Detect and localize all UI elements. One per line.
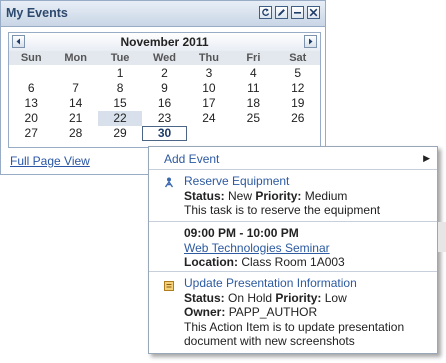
calendar-day[interactable]: 25 [231,111,275,126]
event-item-text: Update Presentation Information Status: … [184,276,431,349]
calendar-day[interactable]: 13 [9,96,53,111]
calendar-day[interactable]: 10 [187,81,231,96]
background-edge [438,222,446,252]
task-icon [164,177,174,188]
action-item-icon [164,280,174,291]
event-item: Reserve Equipment Status: New Priority: … [149,172,437,220]
calendar-day[interactable]: 28 [53,126,97,141]
calendar-day[interactable]: 3 [187,66,231,81]
status-value: New [228,188,253,203]
calendar-month-label: November 2011 [120,35,209,49]
calendar-day[interactable]: 14 [53,96,97,111]
calendar-weekday-header: Sun Mon Tue Wed Thu Fri Sat [9,51,320,65]
weekday-label: Sun [20,52,42,64]
calendar-day[interactable]: 29 [98,126,142,141]
owner-label: Owner: [184,305,226,319]
calendar-day[interactable]: 23 [142,111,186,126]
weekday-label: Wed [152,52,176,64]
owner-value: PAPP_AUTHOR [228,305,318,319]
priority-value: Low [324,290,347,305]
calendar-empty-cell [53,66,97,81]
calendar-nav: November 2011 [9,33,320,51]
edit-icon[interactable] [275,6,288,19]
calendar-day[interactable]: 21 [53,111,97,126]
calendar-day[interactable]: 12 [276,81,320,96]
weekday-label: Mon [64,52,87,64]
location-value: Class Room 1A003 [241,255,345,269]
calendar-day[interactable]: 11 [231,81,275,96]
location-label: Location: [184,255,238,269]
add-event-menu-item[interactable]: Add Event ▶ [149,147,437,170]
calendar-day[interactable]: 6 [9,81,53,96]
triangle-right-icon: ▶ [423,153,430,163]
calendar-day[interactable]: 26 [276,111,320,126]
calendar-day[interactable]: 15 [98,96,142,111]
event-title-link[interactable]: Reserve Equipment [184,174,289,188]
triangle-right-icon[interactable] [304,35,317,48]
event-description: document with new screenshots [184,334,355,348]
event-item-text: 09:00 PM - 10:00 PM Web Technologies Sem… [184,226,431,270]
status-label: Status: [184,188,225,203]
calendar-day[interactable]: 18 [231,96,275,111]
full-page-view-link[interactable]: Full Page View [10,154,90,168]
event-time: 09:00 PM - 10:00 PM [184,226,299,240]
calendar-day[interactable]: 2 [142,66,186,81]
calendar-day[interactable]: 17 [187,96,231,111]
portlet-header-icons [259,6,320,19]
calendar-empty-cell [231,126,275,141]
status-value: On Hold [228,290,273,305]
calendar-empty-cell [276,126,320,141]
calendar-day[interactable]: 22 [97,111,143,126]
weekday-label: Sat [289,52,307,64]
portlet-title: My Events [6,6,68,20]
event-description: This task is to reserve the equipment [184,203,381,217]
calendar-day[interactable]: 1 [98,66,142,81]
weekday-label: Fri [246,52,261,64]
event-item: Update Presentation Information Status: … [149,271,437,354]
events-popup: Add Event ▶ Reserve Equipment Status: Ne… [148,146,438,354]
event-item: 09:00 PM - 10:00 PM Web Technologies Sem… [149,221,437,272]
calendar-day[interactable]: 7 [53,81,97,96]
calendar-day-grid: 1 2 3 4 5 6 7 8 9 10 11 12 13 14 15 16 17 18 19 20 21 22 23 24 2… [9,66,320,141]
calendar-empty-cell [187,126,231,141]
event-title-link[interactable]: Web Technologies Seminar [184,241,330,255]
priority-value: Medium [304,188,348,203]
priority-label: Priority: [275,290,322,305]
portlet-header: My Events [1,1,325,27]
calendar-day[interactable]: 8 [98,81,142,96]
mini-calendar: November 2011 Sun Mon Tue Wed Thu Fri Sa… [8,32,321,148]
event-description: This Action Item is to update presentati… [184,319,405,334]
weekday-label: Thu [198,52,219,64]
event-title-link[interactable]: Update Presentation Information [184,276,357,290]
calendar-day[interactable]: 30 [142,126,187,141]
add-event-label: Add Event [164,152,220,166]
calendar-day[interactable]: 4 [231,66,275,81]
calendar-empty-cell [9,66,53,81]
event-item-text: Reserve Equipment Status: New Priority: … [184,174,431,218]
minimize-icon[interactable] [291,6,304,19]
calendar-day[interactable]: 19 [276,96,320,111]
close-icon[interactable] [307,6,320,19]
refresh-icon[interactable] [259,6,272,19]
calendar-day[interactable]: 24 [187,111,231,126]
priority-label: Priority: [255,188,302,203]
status-label: Status: [184,290,225,305]
calendar-day[interactable]: 27 [9,126,53,141]
weekday-label: Tue [110,52,130,64]
calendar-day[interactable]: 20 [9,111,53,126]
calendar-day[interactable]: 16 [142,96,186,111]
calendar-day[interactable]: 5 [276,66,320,81]
calendar-day[interactable]: 9 [142,81,186,96]
